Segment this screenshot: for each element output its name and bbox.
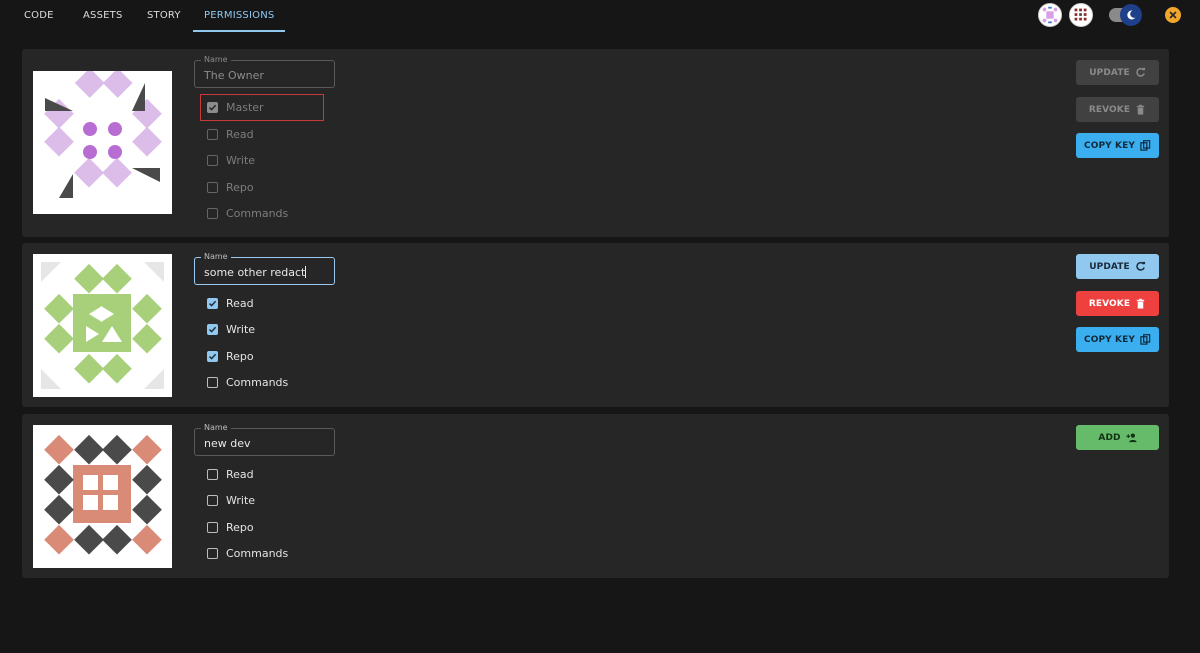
name-field-value[interactable]: some other redact — [204, 266, 307, 279]
name-field-label: Name — [201, 252, 231, 262]
update-button-label: UPDATE — [1089, 67, 1130, 78]
theme-toggle[interactable] — [1120, 4, 1142, 26]
permission-card-owner: Name The Owner Master Read Write Repo Co… — [22, 49, 1169, 237]
name-field[interactable]: Name some other redact — [194, 252, 335, 285]
close-button[interactable] — [1165, 7, 1181, 23]
top-nav: CODE ASSETS STORY PERMISSIONS — [0, 0, 1200, 32]
refresh-icon — [1136, 67, 1145, 77]
checkbox[interactable] — [207, 207, 218, 219]
identicon-avatar — [33, 425, 172, 568]
check-icon — [208, 104, 217, 111]
checkbox-read[interactable]: Read — [207, 126, 254, 142]
refresh-icon — [1136, 261, 1145, 271]
checkbox-write[interactable]: Write — [207, 321, 255, 337]
revoke-button-label: REVOKE — [1088, 298, 1131, 309]
check-icon — [208, 300, 217, 307]
checkbox[interactable] — [207, 128, 218, 140]
checkbox[interactable] — [207, 350, 218, 362]
check-icon — [208, 326, 217, 333]
trash-icon — [1136, 298, 1145, 309]
update-button-label: UPDATE — [1089, 261, 1130, 272]
checkbox[interactable] — [207, 547, 218, 559]
checkbox-label: Repo — [226, 349, 254, 363]
checkbox-commands[interactable]: Commands — [207, 374, 288, 390]
copy-key-button-label: COPY KEY — [1084, 140, 1135, 151]
add-button-label: ADD — [1098, 432, 1121, 443]
permission-card-new: Name new dev Read Write Repo Commands AD… — [22, 414, 1169, 578]
checkbox-repo[interactable]: Repo — [207, 179, 254, 195]
project-avatar[interactable] — [1038, 3, 1062, 27]
text-caret — [305, 266, 307, 278]
add-user-button[interactable]: ADD — [1076, 425, 1159, 450]
tab-code[interactable]: CODE — [13, 0, 65, 32]
tab-assets[interactable]: ASSETS — [72, 0, 134, 32]
checkbox-label: Commands — [226, 546, 289, 560]
checkbox-commands[interactable]: Commands — [207, 205, 288, 221]
name-field-text: some other redact — [204, 266, 306, 279]
checkbox-read[interactable]: Read — [207, 295, 254, 311]
checkbox[interactable] — [207, 468, 218, 480]
checkbox[interactable] — [207, 521, 218, 533]
checkbox-master[interactable]: Master — [207, 99, 264, 115]
checkbox[interactable] — [207, 494, 218, 506]
checkbox-write[interactable]: Write — [207, 152, 255, 168]
checkbox-label: Repo — [226, 520, 254, 534]
checkbox-label: Read — [226, 127, 254, 141]
checkbox-label: Master — [226, 100, 264, 114]
copy-icon — [1140, 140, 1151, 151]
checkbox-repo[interactable]: Repo — [207, 348, 254, 364]
user-avatar[interactable] — [1069, 3, 1093, 27]
copy-key-button-label: COPY KEY — [1084, 334, 1135, 345]
identicon-avatar — [33, 71, 172, 214]
checkbox-label: Commands — [226, 375, 289, 389]
name-field-value: new dev — [204, 437, 251, 450]
name-field-label: Name — [201, 55, 231, 65]
checkbox-label: Write — [226, 493, 256, 507]
check-icon — [208, 353, 217, 360]
checkbox-label: Repo — [226, 180, 254, 194]
checkbox-repo[interactable]: Repo — [207, 519, 254, 535]
copy-key-button[interactable]: COPY KEY — [1076, 327, 1159, 352]
checkbox-write[interactable]: Write — [207, 492, 255, 508]
update-button[interactable]: UPDATE — [1076, 254, 1159, 279]
checkbox-label: Commands — [226, 206, 289, 220]
checkbox[interactable] — [207, 297, 218, 309]
tab-permissions[interactable]: PERMISSIONS — [193, 0, 286, 32]
identicon-avatar — [33, 254, 172, 397]
permission-card-member: Name some other redact Read Write Repo C… — [22, 243, 1169, 407]
checkbox[interactable] — [207, 154, 218, 166]
checkbox-label: Write — [226, 322, 256, 336]
trash-icon — [1136, 104, 1145, 115]
update-button[interactable]: UPDATE — [1076, 60, 1159, 85]
checkbox-label: Read — [226, 467, 254, 481]
checkbox-label: Read — [226, 296, 254, 310]
checkbox-read[interactable]: Read — [207, 466, 254, 482]
close-icon — [1169, 11, 1177, 19]
copy-key-button[interactable]: COPY KEY — [1076, 133, 1159, 158]
checkbox-label: Write — [226, 153, 256, 167]
moon-icon — [1127, 10, 1136, 20]
tab-story[interactable]: STORY — [136, 0, 192, 32]
checkbox[interactable] — [207, 376, 218, 388]
revoke-button[interactable]: REVOKE — [1076, 291, 1159, 316]
copy-icon — [1140, 334, 1151, 345]
add-user-icon — [1126, 433, 1137, 443]
revoke-button-label: REVOKE — [1088, 104, 1131, 115]
name-field[interactable]: Name The Owner — [194, 55, 335, 88]
name-field[interactable]: Name new dev — [194, 423, 335, 456]
checkbox-commands[interactable]: Commands — [207, 545, 288, 561]
name-field-value: The Owner — [204, 69, 264, 82]
checkbox[interactable] — [207, 101, 218, 113]
checkbox[interactable] — [207, 323, 218, 335]
checkbox[interactable] — [207, 181, 218, 193]
name-field-label: Name — [201, 423, 231, 433]
revoke-button[interactable]: REVOKE — [1076, 97, 1159, 122]
